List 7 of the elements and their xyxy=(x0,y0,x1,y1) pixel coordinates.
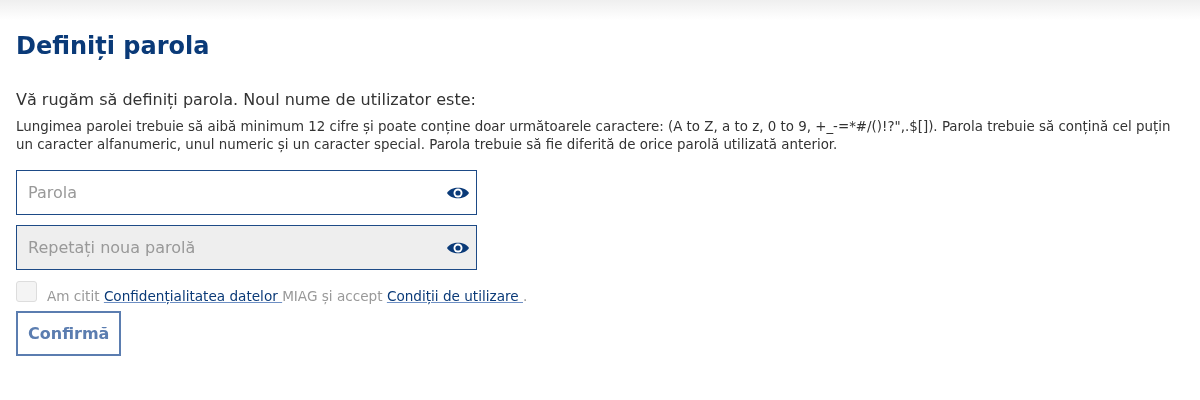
eye-icon[interactable] xyxy=(446,240,470,256)
password-rules: Lungimea parolei trebuie să aibă minimum 12 cifre și poate conține doar următoarele caractere: (A to Z, a to z, 0 to 9, +_-=*#/()!?",.$[]). Parola trebuie să conțină cel puțin un caracter alfanumeric, unul numeric și un caracter special. Parola trebuie să fie diferită de orice parolă utilizată anterior. xyxy=(16,118,1172,154)
password-field[interactable]: Parola xyxy=(16,170,477,215)
page-title: Definiți parola xyxy=(16,32,211,60)
eye-icon[interactable] xyxy=(446,185,470,201)
intro-text: Vă rugăm să definiți parola. Noul nume de utilizator este: xyxy=(16,90,477,109)
consent-text: Am citit Confidențialitatea datelor MIAG și accept Condiții de utilizare . xyxy=(47,288,528,304)
